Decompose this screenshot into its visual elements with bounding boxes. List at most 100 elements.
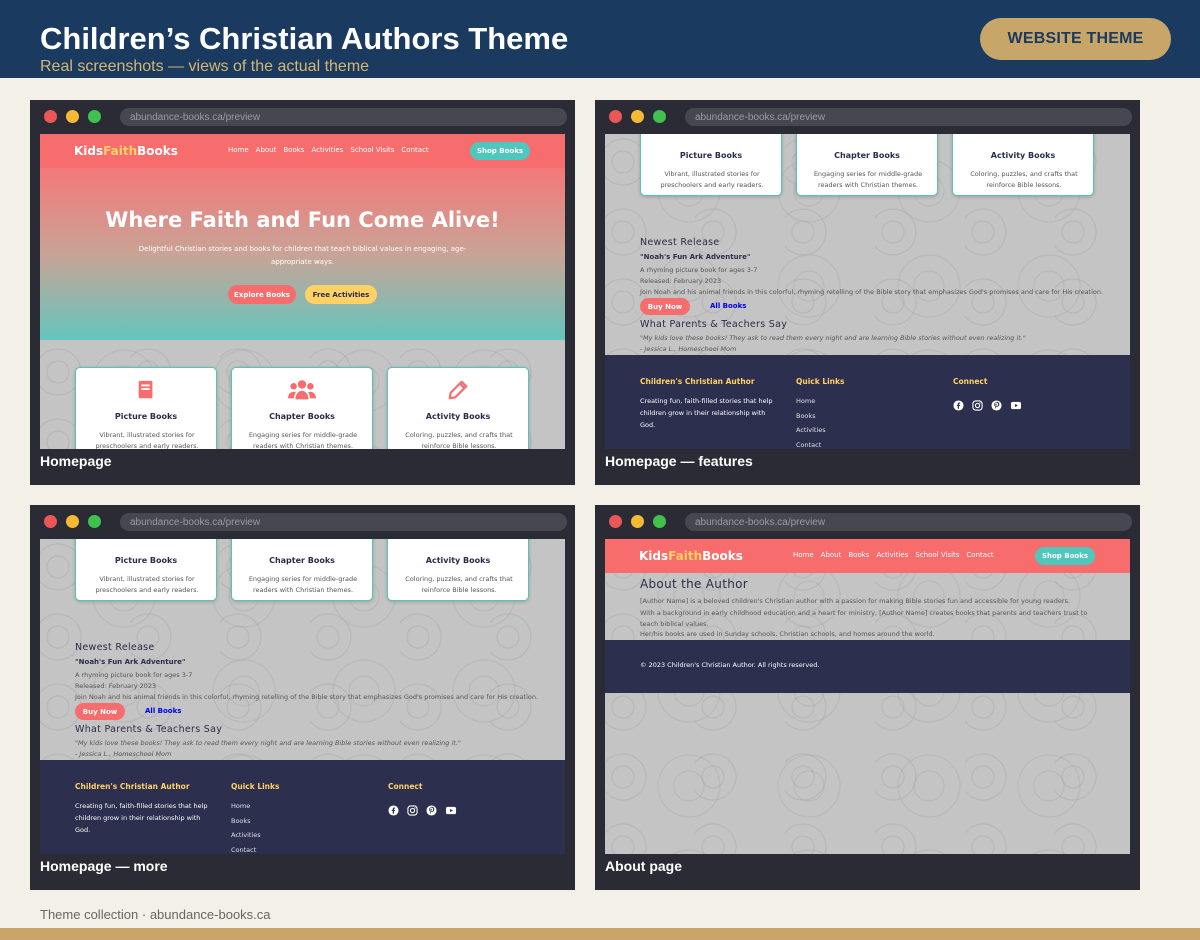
footer-links-heading: Quick Links xyxy=(796,377,845,386)
free-activities-button[interactable]: Free Activities xyxy=(305,285,377,304)
nav-item-activities[interactable]: Activities xyxy=(311,146,343,154)
screenshot-card-more: abundance-books.ca/preview Picture Books… xyxy=(30,505,575,890)
release-title: "Noah's Fun Ark Adventure" xyxy=(75,658,186,666)
feature-card-activity-books[interactable]: Activity Books Coloring, puzzles, and cr… xyxy=(387,539,529,601)
nav-item-home[interactable]: Home xyxy=(793,551,814,559)
maximize-dot xyxy=(88,515,101,528)
footer-link-books[interactable]: Books xyxy=(231,817,251,825)
buy-now-button[interactable]: Buy Now xyxy=(640,298,690,315)
facebook-icon[interactable] xyxy=(953,398,964,409)
pinterest-icon[interactable] xyxy=(426,803,437,814)
footer-link-home[interactable]: Home xyxy=(796,397,815,405)
maximize-dot xyxy=(653,110,666,123)
all-books-link[interactable]: All Books xyxy=(710,302,746,310)
about-paragraph-3: Her/his books are used in Sunday schools… xyxy=(640,630,935,638)
footer-author-text: Creating fun, faith-filled stories that … xyxy=(640,397,773,429)
feature-card-chapter-books[interactable]: Chapter Books Engaging series for middle… xyxy=(231,539,373,601)
footer-link-activities[interactable]: Activities xyxy=(231,831,261,839)
feature-desc: Coloring, puzzles, and crafts that reinf… xyxy=(405,431,513,449)
footer-link-activities[interactable]: Activities xyxy=(796,426,826,434)
instagram-icon[interactable] xyxy=(972,398,983,409)
close-dot xyxy=(44,515,57,528)
feature-card-picture-books[interactable]: Picture Books Vibrant, illustrated stori… xyxy=(640,134,782,196)
feature-title: Picture Books xyxy=(114,556,178,565)
feature-card-chapter-books[interactable]: Chapter Books Engaging series for middle… xyxy=(796,134,938,196)
about-paragraph-2: With a background in early childhood edu… xyxy=(640,609,1088,628)
caption: Homepage xyxy=(40,453,112,469)
feature-title: Activity Books xyxy=(425,556,491,565)
pinterest-icon[interactable] xyxy=(991,398,1002,409)
maximize-dot xyxy=(653,515,666,528)
screenshot-card-homepage: abundance-books.ca/preview KidsFaithBook… xyxy=(30,100,575,485)
newest-release-heading: Newest Release xyxy=(640,237,720,248)
close-dot xyxy=(609,515,622,528)
url-bar[interactable]: abundance-books.ca/preview xyxy=(120,108,567,126)
maximize-dot xyxy=(88,110,101,123)
shop-books-button[interactable]: Shop Books xyxy=(1035,547,1095,565)
nav-item-about[interactable]: About xyxy=(821,551,842,559)
nav-item-contact[interactable]: Contact xyxy=(966,551,993,559)
footer-note: Theme collection · abundance-books.ca xyxy=(40,907,271,922)
footer-link-contact[interactable]: Contact xyxy=(796,441,821,449)
feature-card-picture-books[interactable]: Picture Books Vibrant, illustrated stori… xyxy=(75,367,217,449)
youtube-icon[interactable] xyxy=(1010,398,1021,409)
feature-desc: Vibrant, illustrated stories for prescho… xyxy=(660,170,764,189)
site-nav: KidsFaithBooks Home About Books Activities S… xyxy=(605,539,1130,573)
nav-item-books[interactable]: Books xyxy=(848,551,869,559)
copyright-text: © 2023 Children's Christian Author. All … xyxy=(640,661,820,669)
site-logo[interactable]: KidsFaithBooks xyxy=(639,549,743,563)
nav-item-school-visits[interactable]: School Visits xyxy=(915,551,959,559)
footer-link-books[interactable]: Books xyxy=(796,412,816,420)
feature-desc: Engaging series for middle-grade readers… xyxy=(813,170,923,189)
youtube-icon[interactable] xyxy=(445,803,456,814)
all-books-link[interactable]: All Books xyxy=(145,707,181,715)
feature-card-activity-books[interactable]: Activity Books Coloring, puzzles, and cr… xyxy=(952,134,1094,196)
nav-item-books[interactable]: Books xyxy=(283,146,304,154)
nav-item-contact[interactable]: Contact xyxy=(401,146,428,154)
url-bar[interactable]: abundance-books.ca/preview xyxy=(120,513,567,531)
instagram-icon[interactable] xyxy=(407,803,418,814)
site-nav: KidsFaithBooks Home About Books Activities S… xyxy=(40,134,565,168)
footer-connect-heading: Connect xyxy=(953,377,988,386)
users-icon xyxy=(232,378,372,404)
caption: About page xyxy=(605,858,682,874)
testimonial-quote: "My kids love these books! They ask to r… xyxy=(640,334,1026,342)
feature-card-chapter-books[interactable]: Chapter Books Engaging series for middle… xyxy=(231,367,373,449)
buy-now-button[interactable]: Buy Now xyxy=(75,703,125,720)
url-bar[interactable]: abundance-books.ca/preview xyxy=(685,513,1132,531)
pencil-icon xyxy=(388,378,528,404)
footer-author-text: Creating fun, faith-filled stories that … xyxy=(75,802,208,834)
feature-title: Chapter Books xyxy=(834,151,900,160)
website-theme-badge[interactable]: WEBSITE THEME xyxy=(980,18,1171,60)
nav-item-home[interactable]: Home xyxy=(228,146,249,154)
footer-link-contact[interactable]: Contact xyxy=(231,846,256,854)
facebook-icon[interactable] xyxy=(388,803,399,814)
site-footer: Children's Christian Author Creating fun… xyxy=(40,760,565,854)
url-bar[interactable]: abundance-books.ca/preview xyxy=(685,108,1132,126)
nav-item-school-visits[interactable]: School Visits xyxy=(350,146,394,154)
caption: Homepage — features xyxy=(605,453,753,469)
nav-links: Home About Books Activities School Visits Con… xyxy=(793,551,994,559)
feature-title: Picture Books xyxy=(679,151,743,160)
feature-desc: Coloring, puzzles, and crafts that reinf… xyxy=(405,575,513,594)
feature-desc: Vibrant, illustrated stories for prescho… xyxy=(95,431,199,449)
feature-card-picture-books[interactable]: Picture Books Vibrant, illustrated stori… xyxy=(75,539,217,601)
explore-books-button[interactable]: Explore Books xyxy=(228,285,296,304)
nav-item-about[interactable]: About xyxy=(256,146,277,154)
social-icons xyxy=(953,398,1021,409)
about-paragraph-1: [Author Name] is a beloved children's Ch… xyxy=(640,597,1071,605)
hero-heading: Where Faith and Fun Come Alive! xyxy=(105,208,500,232)
footer-author-heading: Children's Christian Author xyxy=(75,782,190,791)
site-logo[interactable]: KidsFaithBooks xyxy=(74,144,178,158)
footer-link-home[interactable]: Home xyxy=(231,802,250,810)
shop-books-button[interactable]: Shop Books xyxy=(470,142,530,160)
nav-item-activities[interactable]: Activities xyxy=(876,551,908,559)
minimize-dot xyxy=(66,110,79,123)
testimonials-heading: What Parents & Teachers Say xyxy=(75,724,223,735)
testimonial-author: - Jessica L., Homeschool Mom xyxy=(75,750,172,758)
release-date: Released: February 2023 xyxy=(75,682,157,690)
release-ages: A rhyming picture book for ages 3-7 xyxy=(75,671,193,679)
hero-section: Where Faith and Fun Come Alive! Delightf… xyxy=(40,168,565,340)
feature-card-activity-books[interactable]: Activity Books Coloring, puzzles, and cr… xyxy=(387,367,529,449)
page-header: Children’s Christian Authors Theme Real … xyxy=(0,0,1200,78)
